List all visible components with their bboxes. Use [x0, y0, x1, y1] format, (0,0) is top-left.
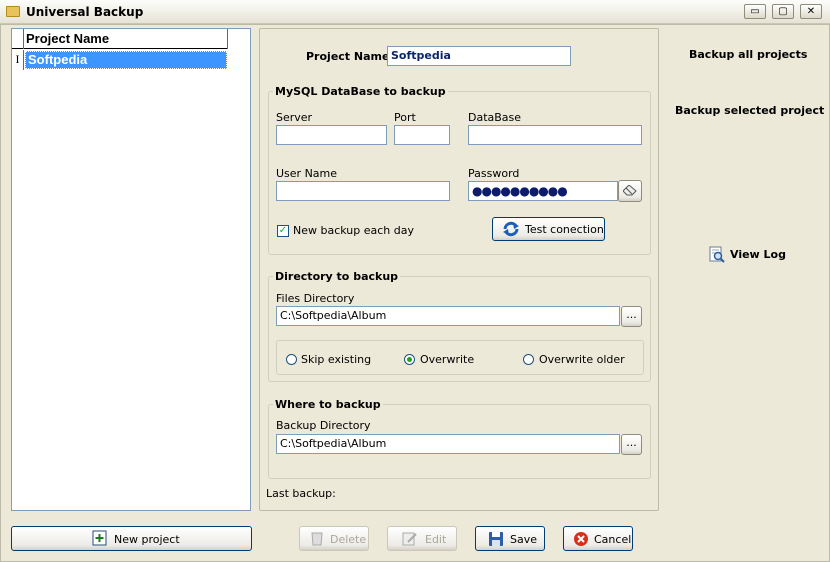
overwrite-older-label: Overwrite older: [539, 353, 625, 366]
database-label: DataBase: [468, 111, 522, 124]
user-name-label: User Name: [276, 167, 338, 180]
test-connection-label: Test conection: [525, 223, 604, 236]
header-divider: [227, 29, 228, 49]
view-log-icon[interactable]: [709, 246, 725, 263]
server-label: Server: [276, 111, 313, 124]
eraser-icon: [622, 184, 637, 196]
folder-icon: [6, 6, 20, 17]
files-directory-label: Files Directory: [276, 292, 355, 305]
edit-icon: [402, 532, 417, 546]
project-list[interactable]: Project Name I Softpedia: [11, 28, 251, 511]
window-title: Universal Backup: [26, 5, 144, 19]
minimize-button[interactable]: ▭: [744, 4, 766, 19]
row-indicator: I: [12, 50, 24, 70]
maximize-button[interactable]: ▢: [772, 4, 794, 19]
where-group-legend: Where to backup: [275, 398, 381, 411]
new-backup-label: New backup each day: [293, 224, 414, 237]
project-editor-panel: Project Name Softpedia MySQL DataBase to…: [259, 28, 659, 511]
new-project-icon: [92, 530, 107, 546]
directory-group-legend: Directory to backup: [275, 270, 399, 283]
column-header-project-name[interactable]: Project Name: [26, 31, 109, 46]
test-connection-button[interactable]: Test conection: [492, 217, 605, 241]
browse-files-button[interactable]: ...: [621, 306, 642, 327]
new-backup-checkbox[interactable]: ✓: [277, 225, 289, 237]
backup-all-link[interactable]: Backup all projects: [689, 48, 807, 61]
port-label: Port: [394, 111, 416, 124]
list-item[interactable]: Softpedia: [25, 51, 227, 69]
user-name-input[interactable]: [276, 181, 450, 201]
skip-existing-radio[interactable]: [286, 354, 297, 365]
project-name-label: Project Name: [306, 50, 390, 63]
database-input[interactable]: [468, 125, 642, 145]
cancel-button[interactable]: Cancel: [563, 526, 633, 551]
list-header: Project Name: [12, 29, 228, 49]
view-log-link[interactable]: View Log: [730, 248, 786, 261]
cancel-label: Cancel: [594, 533, 632, 546]
files-directory-input[interactable]: C:\Softpedia\Album: [276, 306, 620, 326]
project-name-input[interactable]: Softpedia: [387, 46, 571, 66]
overwrite-label: Overwrite: [420, 353, 475, 366]
edit-button[interactable]: Edit: [387, 526, 457, 551]
password-label: Password: [468, 167, 520, 180]
delete-button[interactable]: Delete: [299, 526, 369, 551]
save-label: Save: [510, 533, 538, 546]
header-marker: [12, 29, 24, 49]
close-button[interactable]: ✕: [800, 4, 822, 19]
overwrite-older-radio[interactable]: [523, 354, 534, 365]
title-bar: Universal Backup ▭ ▢ ✕: [0, 0, 830, 24]
floppy-disk-icon: [489, 532, 503, 546]
mysql-group-legend: MySQL DataBase to backup: [275, 85, 446, 98]
new-project-button[interactable]: New project: [11, 526, 252, 551]
overwrite-options: Skip existing Overwrite Overwrite older: [276, 340, 644, 375]
backup-directory-input[interactable]: C:\Softpedia\Album: [276, 434, 620, 454]
edit-label: Edit: [425, 533, 447, 546]
last-backup-label: Last backup:: [266, 487, 336, 500]
backup-selected-link[interactable]: Backup selected project: [675, 104, 824, 117]
delete-icon: [311, 532, 323, 546]
overwrite-radio[interactable]: [404, 354, 415, 365]
backup-directory-label: Backup Directory: [276, 419, 371, 432]
cancel-icon: [574, 532, 588, 546]
clear-password-button[interactable]: [618, 180, 642, 202]
browse-backup-button[interactable]: ...: [621, 434, 642, 455]
delete-label: Delete: [330, 533, 367, 546]
skip-existing-label: Skip existing: [301, 353, 372, 366]
project-name-cell: Softpedia: [28, 52, 88, 67]
new-project-label: New project: [114, 533, 180, 546]
save-button[interactable]: Save: [475, 526, 545, 551]
server-input[interactable]: [276, 125, 387, 145]
refresh-icon: [503, 221, 519, 237]
port-input[interactable]: [394, 125, 450, 145]
password-input[interactable]: ●●●●●●●●●●: [468, 181, 618, 201]
